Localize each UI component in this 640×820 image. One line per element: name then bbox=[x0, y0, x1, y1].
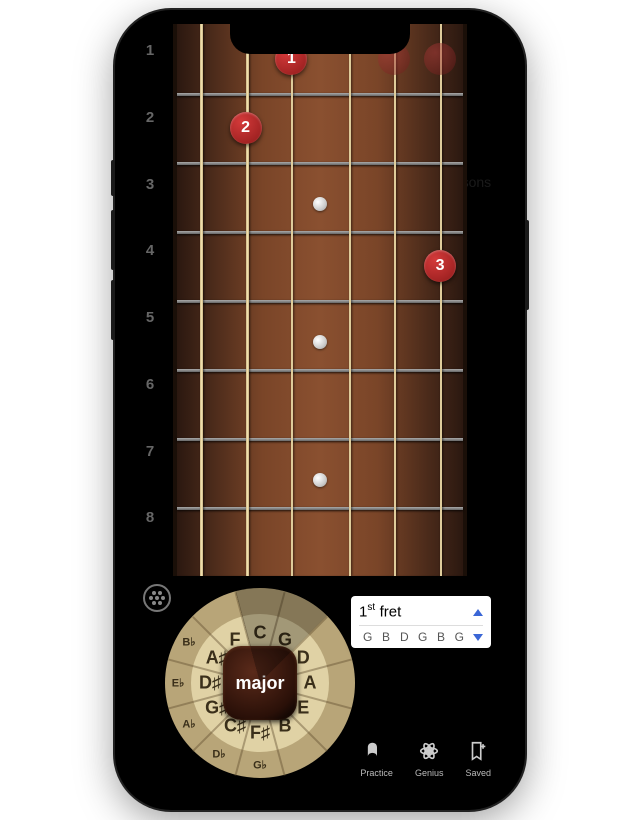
string[interactable] bbox=[394, 24, 396, 576]
wheel-note-D♯[interactable]: D♯ bbox=[199, 673, 221, 694]
practice-icon bbox=[366, 740, 388, 764]
tool-genius[interactable]: Genius bbox=[415, 740, 444, 778]
tool-practice[interactable]: Practice bbox=[360, 740, 393, 778]
fret-number: 2 bbox=[137, 109, 163, 176]
wheel-note-C[interactable]: C bbox=[254, 623, 267, 644]
string[interactable] bbox=[349, 24, 351, 576]
chord-wheel[interactable]: CGDAEBF♯G♭C♯D♭G♯A♭D♯E♭A♯B♭F major bbox=[165, 588, 355, 778]
string[interactable] bbox=[440, 24, 442, 576]
position-up-icon[interactable] bbox=[473, 609, 483, 616]
saved-icon bbox=[467, 740, 489, 764]
tuning-note: G bbox=[414, 630, 432, 644]
phone-mute-switch bbox=[111, 160, 115, 196]
string[interactable] bbox=[291, 24, 293, 576]
fret-number-column: 12345678 bbox=[137, 42, 163, 576]
tool-label: Genius bbox=[415, 768, 444, 778]
fret-number: 6 bbox=[137, 376, 163, 443]
tuning-note: D bbox=[396, 630, 414, 644]
fretboard-inlay bbox=[313, 197, 327, 211]
tool-row: Practice Genius Saved bbox=[360, 740, 491, 778]
fret-wire bbox=[177, 369, 463, 372]
fret-wire bbox=[177, 300, 463, 303]
fretboard-inlay bbox=[313, 335, 327, 349]
position-row[interactable]: 1st fret bbox=[359, 602, 483, 626]
wheel-enharmonic: D♭ bbox=[212, 748, 225, 761]
tuning-note: B bbox=[432, 630, 450, 644]
phone-volume-up bbox=[111, 210, 115, 270]
wheel-note-D[interactable]: D bbox=[297, 648, 310, 669]
wheel-note-E[interactable]: E bbox=[297, 698, 309, 719]
fret-wire bbox=[177, 231, 463, 234]
fret-number: 5 bbox=[137, 309, 163, 376]
finger-3[interactable]: 3 bbox=[424, 250, 456, 282]
tuning-note: G bbox=[451, 630, 469, 644]
tool-saved[interactable]: Saved bbox=[465, 740, 491, 778]
bottom-bar: CGDAEBF♯G♭C♯D♭G♯A♭D♯E♭A♯B♭F major 1st fr… bbox=[129, 576, 511, 796]
string[interactable] bbox=[246, 24, 249, 576]
phone-frame: ChordsScalesLessonsTunerMetronome 123456… bbox=[115, 10, 525, 810]
tuning-note: B bbox=[377, 630, 395, 644]
wheel-enharmonic: B♭ bbox=[182, 636, 195, 649]
fretboard-inlay bbox=[313, 473, 327, 487]
position-label: 1st fret bbox=[359, 602, 401, 621]
wheel-note-A[interactable]: A bbox=[304, 673, 317, 694]
fretboard[interactable]: 123 bbox=[173, 24, 467, 576]
phone-power-button bbox=[525, 220, 529, 310]
position-panel[interactable]: 1st fret G B D G B G bbox=[351, 596, 491, 648]
fret-number: 7 bbox=[137, 443, 163, 510]
tool-label: Saved bbox=[465, 768, 491, 778]
fret-wire bbox=[177, 93, 463, 96]
screen: ChordsScalesLessonsTunerMetronome 123456… bbox=[129, 24, 511, 796]
phone-volume-down bbox=[111, 280, 115, 340]
fret-wire bbox=[177, 507, 463, 510]
genius-icon bbox=[418, 740, 440, 764]
wheel-enharmonic: E♭ bbox=[172, 677, 185, 690]
wheel-enharmonic: A♭ bbox=[182, 718, 195, 731]
tool-label: Practice bbox=[360, 768, 393, 778]
wheel-note-F♯[interactable]: F♯ bbox=[250, 723, 270, 744]
wheel-enharmonic: G♭ bbox=[253, 759, 267, 772]
app-root: ChordsScalesLessonsTunerMetronome 123456… bbox=[129, 24, 511, 796]
position-down-icon[interactable] bbox=[473, 634, 483, 641]
fret-wire bbox=[177, 438, 463, 441]
finger-ghost[interactable] bbox=[424, 43, 456, 75]
chord-quality-label: major bbox=[223, 646, 297, 720]
string[interactable] bbox=[200, 24, 203, 576]
fret-number: 3 bbox=[137, 176, 163, 243]
fret-number: 4 bbox=[137, 242, 163, 309]
finger-2[interactable]: 2 bbox=[230, 112, 262, 144]
tuning-row[interactable]: G B D G B G bbox=[359, 630, 483, 644]
fret-number: 1 bbox=[137, 42, 163, 109]
tuning-note: G bbox=[359, 630, 377, 644]
wheel-hub[interactable]: major bbox=[223, 646, 297, 720]
fret-number: 8 bbox=[137, 509, 163, 576]
more-options-button[interactable] bbox=[143, 584, 171, 612]
fret-wire bbox=[177, 162, 463, 165]
notch bbox=[230, 24, 410, 54]
